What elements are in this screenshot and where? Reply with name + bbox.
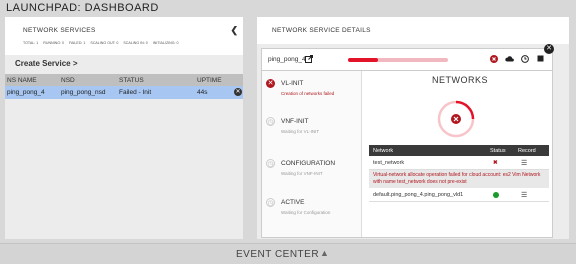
col-status[interactable]: STATUS — [117, 74, 195, 86]
launch-progress-bar — [348, 58, 448, 62]
stat-initializing: INITIALIZING: 0 — [152, 41, 179, 45]
networks-header: Network Status Record — [369, 145, 549, 156]
details-title: NETWORK SERVICE DETAILS — [272, 27, 371, 34]
card-header: ping_pong_4 — [262, 49, 552, 71]
table-row: default.ping_pong_4.ping_pong_vld1 ☰ — [369, 188, 549, 202]
card-ns-name: ping_pong_4 — [268, 56, 306, 63]
close-card-icon[interactable]: ✕ — [544, 44, 554, 54]
networks-table: Network Status Record test_network ✖ ☰ V… — [369, 145, 549, 202]
create-service-link[interactable]: Create Service > — [15, 59, 78, 68]
event-center-bar[interactable]: EVENT CENTER ▲ — [0, 243, 576, 264]
step-desc: Waiting for Configuration — [281, 210, 331, 215]
table-row: test_network ✖ ☰ — [369, 156, 549, 170]
error-status-icon: ✖ — [493, 160, 498, 166]
cell-status: Failed - Init — [117, 86, 195, 99]
col-nsd[interactable]: NSD — [59, 74, 117, 86]
step-desc: Waiting for VL-INIT — [281, 129, 320, 134]
network-error-message: Virtual-network allocate operation faile… — [369, 170, 549, 188]
step-desc: Creation of networks failed — [281, 91, 335, 96]
ns-details-panel: NETWORK SERVICE DETAILS ping_pong_4 ✕ VL… — [257, 17, 569, 239]
col-network: Network — [373, 148, 394, 154]
caret-up-icon[interactable]: ▲ — [320, 248, 329, 258]
clock-icon[interactable] — [521, 55, 529, 65]
step-error-icon: ✕ — [266, 79, 275, 88]
col-net-status: Status — [490, 148, 506, 154]
app-title: LAUNCHPAD: DASHBOARD — [6, 2, 159, 14]
ok-status-icon — [493, 192, 499, 198]
ns-table: NS NAME NSD STATUS UPTIME ping_pong_4 pi… — [5, 74, 243, 99]
network-status-donut-icon — [436, 99, 476, 144]
cloud-icon[interactable] — [505, 55, 514, 64]
stat-running: RUNNING: 0 — [43, 41, 65, 45]
step-name: CONFIGURATION — [281, 160, 336, 167]
cell-ns-name[interactable]: ping_pong_4 — [5, 86, 59, 99]
step-clock-icon: ◷ — [266, 117, 275, 126]
stat-total: TOTAL: 1 — [23, 41, 39, 45]
ns-header: NETWORK SERVICES ❮ TOTAL: 1 RUNNING: 0 F… — [5, 17, 243, 55]
step-clock-icon: ◷ — [266, 198, 275, 207]
stat-scaling-in: SCALING IN: 0 — [123, 41, 148, 45]
step-name: VL-INIT — [281, 80, 304, 87]
event-center-label: EVENT CENTER — [236, 249, 320, 260]
record-menu-icon[interactable]: ☰ — [521, 159, 527, 167]
error-status-icon[interactable] — [490, 55, 498, 65]
cell-nsd: ping_pong_nsd — [59, 86, 117, 99]
step-name: ACTIVE — [281, 199, 305, 206]
progress-fill — [348, 58, 378, 62]
col-uptime[interactable]: UPTIME — [195, 74, 243, 86]
col-ns-name[interactable]: NS NAME — [5, 74, 59, 86]
table-row[interactable]: ping_pong_4 ping_pong_nsd Failed - Init … — [5, 86, 243, 99]
network-name: default.ping_pong_4.ping_pong_vld1 — [373, 192, 464, 198]
networks-title: NETWORKS — [432, 75, 489, 85]
collapse-chevron-icon[interactable]: ❮ — [230, 25, 238, 36]
external-link-icon[interactable] — [305, 55, 313, 65]
network-name: test_network — [373, 160, 405, 166]
network-services-panel: NETWORK SERVICES ❮ TOTAL: 1 RUNNING: 0 F… — [5, 17, 243, 239]
stop-icon[interactable] — [537, 55, 544, 64]
ns-stats: TOTAL: 1 RUNNING: 0 FAILED: 1 SCALING OU… — [23, 41, 183, 45]
record-menu-icon[interactable]: ☰ — [521, 191, 527, 199]
delete-row-icon[interactable]: ✕ — [234, 88, 242, 96]
stat-failed: FAILED: 1 — [69, 41, 86, 45]
step-name: VNF-INIT — [281, 118, 309, 125]
stat-scaling-out: SCALING OUT: 0 — [90, 41, 119, 45]
ns-detail-card: ping_pong_4 ✕ VL-INIT Creation of networ… — [261, 48, 553, 238]
col-record: Record — [518, 148, 536, 154]
step-clock-icon: ◷ — [266, 159, 275, 168]
details-header: NETWORK SERVICE DETAILS — [257, 17, 569, 44]
ns-panel-title: NETWORK SERVICES — [23, 27, 96, 34]
step-desc: Waiting for VNF-INIT — [281, 171, 323, 176]
launch-steps: ✕ VL-INIT Creation of networks failed ◷ … — [262, 71, 362, 237]
